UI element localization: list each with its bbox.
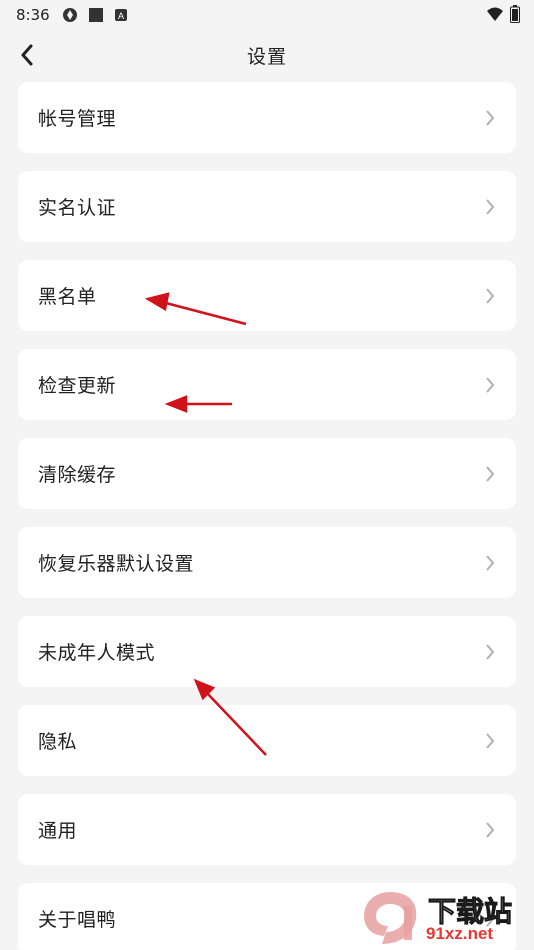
menu-item-label: 通用 <box>38 820 78 842</box>
menu-item-label: 未成年人模式 <box>38 642 156 664</box>
wifi-icon <box>487 7 503 21</box>
chevron-right-icon <box>486 644 495 660</box>
menu-item-label: 帐号管理 <box>38 108 117 130</box>
square-icon <box>88 8 103 22</box>
menu-item-minor-mode[interactable]: 未成年人模式 <box>18 616 516 687</box>
menu-item-label: 关于唱鸭 <box>38 909 117 931</box>
menu-item-blacklist[interactable]: 黑名单 <box>18 260 516 331</box>
header: 设置 <box>0 30 534 80</box>
status-right-icons <box>486 5 520 23</box>
a-badge-icon: A <box>114 9 127 21</box>
svg-text:A: A <box>118 11 124 21</box>
chevron-right-icon <box>486 377 495 393</box>
status-bar: 8:36 A <box>0 0 534 30</box>
back-button[interactable] <box>12 40 42 70</box>
chevron-right-icon <box>486 199 495 215</box>
chevron-right-icon <box>486 555 495 571</box>
menu-item-label: 实名认证 <box>38 197 117 219</box>
chevron-right-icon <box>486 733 495 749</box>
menu-item-label: 隐私 <box>38 731 78 753</box>
page-title: 设置 <box>246 45 287 68</box>
status-time: 8:36 <box>16 6 50 24</box>
menu-item-general[interactable]: 通用 <box>18 794 516 865</box>
menu-item-account[interactable]: 帐号管理 <box>18 82 516 153</box>
battery-icon <box>510 5 520 23</box>
site-watermark: 下载站 91xz.net <box>360 888 530 948</box>
status-left-icons: A <box>62 7 128 23</box>
menu-item-label: 恢复乐器默认设置 <box>38 553 195 575</box>
settings-menu: 帐号管理 实名认证 黑名单 检查更新 清除缓存 恢复乐器默认设置 未成年人模式 … <box>18 82 516 950</box>
menu-item-label: 检查更新 <box>38 375 117 397</box>
menu-item-clear-cache[interactable]: 清除缓存 <box>18 438 516 509</box>
chevron-right-icon <box>486 110 495 126</box>
menu-item-real-name[interactable]: 实名认证 <box>18 171 516 242</box>
watermark-url: 91xz.net <box>426 924 494 943</box>
menu-item-check-update[interactable]: 检查更新 <box>18 349 516 420</box>
menu-item-label: 清除缓存 <box>38 464 117 486</box>
menu-item-reset-instrument[interactable]: 恢复乐器默认设置 <box>18 527 516 598</box>
menu-item-label: 黑名单 <box>38 286 97 308</box>
chevron-right-icon <box>486 288 495 304</box>
aperture-icon <box>62 8 77 22</box>
menu-item-privacy[interactable]: 隐私 <box>18 705 516 776</box>
chevron-right-icon <box>486 822 495 838</box>
watermark-logo-icon <box>364 892 417 944</box>
chevron-left-icon <box>21 44 33 66</box>
chevron-right-icon <box>486 466 495 482</box>
